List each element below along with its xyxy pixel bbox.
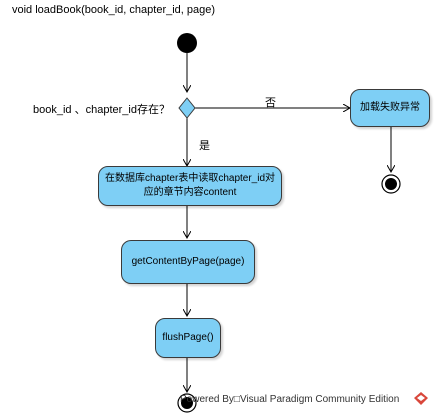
load-failed-action: 加载失败异常 — [350, 89, 430, 127]
visual-paradigm-logo-icon — [414, 392, 428, 405]
yes-branch-label: 是 — [199, 140, 210, 152]
no-branch-label: 否 — [265, 97, 276, 109]
initial-node — [177, 33, 197, 53]
read-chapter-action: 在数据库chapter表中读取chapter_id对应的章节内容content — [98, 166, 282, 206]
get-content-by-page-action: getContentByPage(page) — [121, 240, 255, 284]
decision-node — [178, 97, 196, 119]
decision-question: book_id 、chapter_id存在？ — [33, 104, 170, 116]
powered-by-footer: Powered By□Visual Paradigm Community Edi… — [180, 394, 400, 405]
final-node-failed-center — [385, 178, 397, 190]
flush-page-action: flushPage() — [155, 318, 221, 358]
